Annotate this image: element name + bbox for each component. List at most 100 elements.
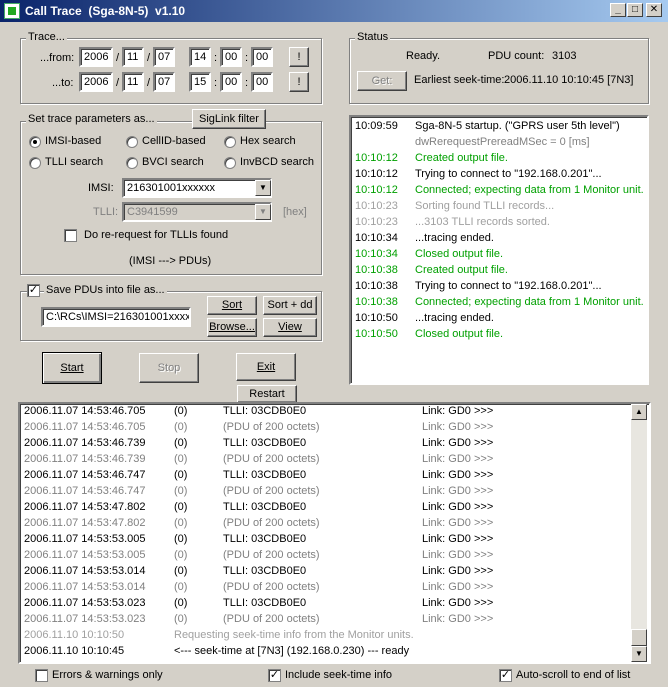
- trace-info: (PDU of 200 octets): [223, 613, 320, 625]
- log-time: 10:10:12: [355, 184, 398, 196]
- trace-timestamp: 2006.11.07 14:53:47.802: [24, 501, 146, 513]
- trace-count: (0): [174, 613, 188, 625]
- imsi-label: IMSI:: [88, 182, 114, 194]
- from-date-sep-1: /: [116, 52, 120, 64]
- trace-info: (PDU of 200 octets): [223, 549, 320, 561]
- to-apply-button[interactable]: !: [289, 72, 309, 92]
- autoscroll-checkbox[interactable]: ✓: [499, 669, 512, 682]
- tlli-dropdown-icon[interactable]: ▼: [255, 204, 271, 220]
- errors-only-checkbox[interactable]: [35, 669, 48, 682]
- trace-timestamp: 2006.11.07 14:53:46.705: [24, 405, 146, 417]
- pdu-count-label: PDU count:: [488, 50, 545, 62]
- from-year-field[interactable]: 2006: [79, 47, 113, 67]
- trace-timestamp: 2006.11.07 14:53:46.705: [24, 421, 146, 433]
- from-apply-button[interactable]: !: [289, 47, 309, 67]
- bvci-radio[interactable]: [126, 157, 138, 169]
- pdu-count-value: 3103: [552, 50, 577, 62]
- scroll-down-icon[interactable]: ▼: [631, 646, 647, 662]
- trace-timestamp: 2006.11.07 14:53:46.747: [24, 469, 146, 481]
- from-sec-field[interactable]: 00: [251, 47, 273, 67]
- trace-count: (0): [174, 597, 188, 609]
- save-pdus-checkbox[interactable]: ✓: [27, 284, 40, 297]
- app-icon: [4, 3, 20, 19]
- cellid-radio[interactable]: [126, 136, 138, 148]
- trace-scrollbar[interactable]: [631, 404, 647, 662]
- log-time: 10:10:38: [355, 280, 398, 292]
- view-button-label: View: [278, 321, 302, 333]
- maximize-button[interactable]: □: [627, 3, 643, 17]
- to-sec-field[interactable]: 00: [251, 72, 273, 92]
- log-panel[interactable]: 10:09:59 Sga-8N-5 startup. ("GPRS user 5t…: [349, 115, 649, 385]
- sort-button[interactable]: Sort: [207, 296, 257, 315]
- from-min-field[interactable]: 00: [220, 47, 242, 67]
- trace-link: Link: GD0 >>>: [422, 533, 494, 545]
- restart-button[interactable]: Restart: [237, 385, 297, 403]
- browse-button[interactable]: Browse...: [207, 318, 257, 337]
- imsi-radio[interactable]: [29, 136, 41, 148]
- minimize-button[interactable]: _: [610, 3, 626, 17]
- trace-info: TLLI: 03CDB0E0: [223, 533, 307, 545]
- trace-count: (0): [174, 437, 188, 449]
- trace-info: TLLI: 03CDB0E0: [223, 565, 307, 577]
- exit-button-label: Exit: [256, 361, 276, 373]
- include-seek-checkbox[interactable]: ✓: [268, 669, 281, 682]
- bvci-radio-label: BVCI search: [142, 156, 204, 168]
- imsi-dropdown-icon[interactable]: ▼: [255, 180, 271, 196]
- trace-link: Link: GD0 >>>: [422, 549, 494, 561]
- log-time: 10:10:34: [355, 248, 398, 260]
- from-hour-field[interactable]: 14: [189, 47, 211, 67]
- to-time-sep-2: :: [245, 77, 249, 89]
- trace-count: (0): [174, 469, 188, 481]
- trace-count: (0): [174, 405, 188, 417]
- trace-count: (0): [174, 533, 188, 545]
- trace-timestamp: 2006.11.07 14:53:53.005: [24, 549, 146, 561]
- scroll-up-icon[interactable]: ▲: [631, 404, 647, 420]
- trace-timestamp: 2006.11.07 14:53:53.023: [24, 597, 146, 609]
- to-hour-field[interactable]: 15: [189, 72, 211, 92]
- trace-count: (0): [174, 453, 188, 465]
- get-button[interactable]: Get:: [357, 71, 407, 91]
- to-date-sep-1: /: [116, 77, 120, 89]
- stop-button[interactable]: Stop: [139, 353, 199, 383]
- trace-list[interactable]: 2006.11.07 14:53:46.705 (0) TLLI: 03CDB0E0…: [18, 402, 651, 664]
- trace-note: Requesting seek-time info from the Monit…: [174, 629, 414, 641]
- to-min-field[interactable]: 00: [220, 72, 242, 92]
- title-bar[interactable]: Call Trace (Sga-8N-5) v1.10 _ □ ✕: [0, 0, 668, 22]
- imsi-combo[interactable]: 216301001xxxxxx: [122, 178, 272, 198]
- log-time: 10:10:12: [355, 168, 398, 180]
- trace-link: Link: GD0 >>>: [422, 485, 494, 497]
- from-day-field[interactable]: 07: [153, 47, 175, 67]
- exit-button[interactable]: Exit: [236, 353, 296, 381]
- tlli-radio[interactable]: [29, 157, 41, 169]
- trace-timestamp: 2006.11.07 14:53:46.739: [24, 437, 146, 449]
- trace-timestamp: 2006.11.07 14:53:46.747: [24, 485, 146, 497]
- save-file-field[interactable]: C:\RCs\IMSI=216301001xxxx: [41, 307, 191, 327]
- view-button[interactable]: View: [263, 318, 317, 337]
- trace-info: (PDU of 200 octets): [223, 485, 320, 497]
- tlli-combo[interactable]: C3941599: [122, 202, 272, 222]
- hex-note: [hex]: [283, 206, 307, 218]
- scroll-thumb[interactable]: [631, 629, 647, 646]
- to-year-field[interactable]: 2006: [79, 72, 113, 92]
- log-message: Created output file.: [415, 264, 508, 276]
- to-day-field[interactable]: 07: [153, 72, 175, 92]
- trace-info: (PDU of 200 octets): [223, 453, 320, 465]
- trace-link: Link: GD0 >>>: [422, 453, 494, 465]
- trace-note: <--- seek-time at [7N3] (192.168.0.230) …: [174, 645, 410, 657]
- trace-timestamp: 2006.11.07 14:53:53.014: [24, 581, 146, 593]
- trace-timestamp: 2006.11.07 14:53:46.739: [24, 453, 146, 465]
- seek-time-label: Earliest seek-time:: [414, 74, 505, 86]
- close-button[interactable]: ✕: [646, 3, 662, 17]
- log-message: ...tracing ended.: [415, 232, 494, 244]
- invbcd-radio[interactable]: [224, 157, 236, 169]
- sort-add-button[interactable]: Sort + dd: [263, 296, 317, 315]
- start-button[interactable]: Start: [42, 352, 102, 384]
- imsi-pdu-mapping: (IMSI ---> PDUs): [129, 255, 212, 267]
- rerequest-checkbox[interactable]: [64, 229, 77, 242]
- hex-radio[interactable]: [224, 136, 236, 148]
- trace-link: Link: GD0 >>>: [422, 517, 494, 529]
- start-button-label: Start: [60, 362, 84, 374]
- from-month-field[interactable]: 11: [122, 47, 144, 67]
- siglink-filter-button[interactable]: SigLink filter: [192, 109, 266, 129]
- to-month-field[interactable]: 11: [122, 72, 144, 92]
